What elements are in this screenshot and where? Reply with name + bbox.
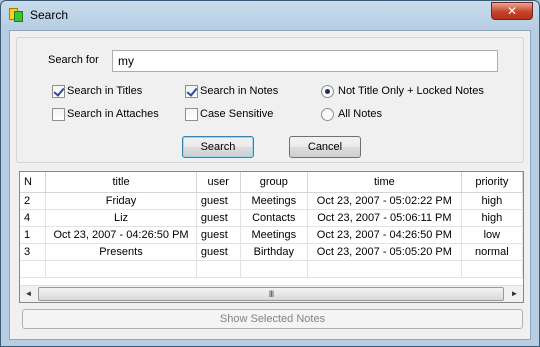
cell-priority: high <box>461 209 523 227</box>
search-for-label: Search for <box>48 54 99 66</box>
cell-n: 1 <box>20 226 47 244</box>
cell-group: Meetings <box>240 226 309 244</box>
not-title-only-label: Not Title Only + Locked Notes <box>338 85 484 97</box>
col-header-time[interactable]: time <box>307 172 462 193</box>
cell-priority: low <box>461 226 523 244</box>
search-in-notes-checkbox[interactable] <box>185 85 198 98</box>
cell-user: guest <box>196 192 241 210</box>
col-header-priority[interactable]: priority <box>461 172 523 193</box>
table-row[interactable]: 3 Presents guest Birthday Oct 23, 2007 -… <box>20 243 523 261</box>
cell-group: Birthday <box>240 243 309 261</box>
case-sensitive-checkbox[interactable] <box>185 108 198 121</box>
col-header-user[interactable]: user <box>196 172 241 193</box>
dialog-client: Search for my Search in Titles Search in… <box>9 30 531 340</box>
scrollbar-thumb[interactable]: III <box>38 287 504 301</box>
search-in-attaches-checkbox[interactable] <box>52 108 65 121</box>
window-title: Search <box>30 8 69 22</box>
table-row[interactable]: 2 Friday guest Meetings Oct 23, 2007 - 0… <box>20 192 523 210</box>
search-window: Search ✕ Search for my Search in Titles … <box>0 0 540 347</box>
app-icon <box>9 8 23 22</box>
table-row[interactable]: 1 Oct 23, 2007 - 04:26:50 PM guest Meeti… <box>20 226 523 244</box>
cell-title: Presents <box>45 243 197 261</box>
cell-n: 2 <box>20 192 47 210</box>
title-bar[interactable]: Search ✕ <box>1 1 539 29</box>
search-in-notes-label: Search in Notes <box>200 85 279 97</box>
scroll-right-icon[interactable]: ► <box>506 286 523 302</box>
all-notes-radio[interactable] <box>321 108 334 121</box>
scroll-left-icon[interactable]: ◄ <box>20 286 37 302</box>
empty-row <box>20 260 523 278</box>
search-in-titles-checkbox[interactable] <box>52 85 65 98</box>
close-icon: ✕ <box>506 4 518 18</box>
cell-time: Oct 23, 2007 - 05:05:20 PM <box>307 243 462 261</box>
search-button[interactable]: Search <box>182 136 254 158</box>
not-title-only-radio[interactable] <box>321 85 334 98</box>
cell-title: Friday <box>45 192 197 210</box>
table-row[interactable]: 4 Liz guest Contacts Oct 23, 2007 - 05:0… <box>20 209 523 227</box>
cell-time: Oct 23, 2007 - 05:02:22 PM <box>307 192 462 210</box>
cell-time: Oct 23, 2007 - 04:26:50 PM <box>307 226 462 244</box>
search-options-panel: Search for my Search in Titles Search in… <box>16 37 524 163</box>
cell-user: guest <box>196 209 241 227</box>
close-button[interactable]: ✕ <box>491 2 533 20</box>
results-table: N title user group time priority 2 Frida… <box>20 172 523 278</box>
cell-time: Oct 23, 2007 - 05:06:11 PM <box>307 209 462 227</box>
search-in-titles-label: Search in Titles <box>67 85 143 97</box>
cell-n: 3 <box>20 243 47 261</box>
cell-title: Oct 23, 2007 - 04:26:50 PM <box>45 226 197 244</box>
cell-title: Liz <box>45 209 197 227</box>
show-selected-notes-button[interactable]: Show Selected Notes <box>22 309 523 329</box>
cancel-button[interactable]: Cancel <box>289 136 361 158</box>
horizontal-scrollbar[interactable]: ◄ III ► <box>20 285 523 302</box>
search-input[interactable]: my <box>112 50 498 72</box>
col-header-group[interactable]: group <box>240 172 309 193</box>
results-grid[interactable]: N title user group time priority 2 Frida… <box>19 171 524 303</box>
header-row: N title user group time priority <box>20 172 523 193</box>
cell-user: guest <box>196 243 241 261</box>
case-sensitive-label: Case Sensitive <box>200 108 274 120</box>
cell-priority: high <box>461 192 523 210</box>
cell-user: guest <box>196 226 241 244</box>
cell-group: Meetings <box>240 192 309 210</box>
cell-priority: normal <box>461 243 523 261</box>
cell-group: Contacts <box>240 209 309 227</box>
col-header-n[interactable]: N <box>20 172 47 193</box>
col-header-title[interactable]: title <box>45 172 197 193</box>
cell-n: 4 <box>20 209 47 227</box>
search-in-attaches-label: Search in Attaches <box>67 108 159 120</box>
all-notes-label: All Notes <box>338 108 383 120</box>
